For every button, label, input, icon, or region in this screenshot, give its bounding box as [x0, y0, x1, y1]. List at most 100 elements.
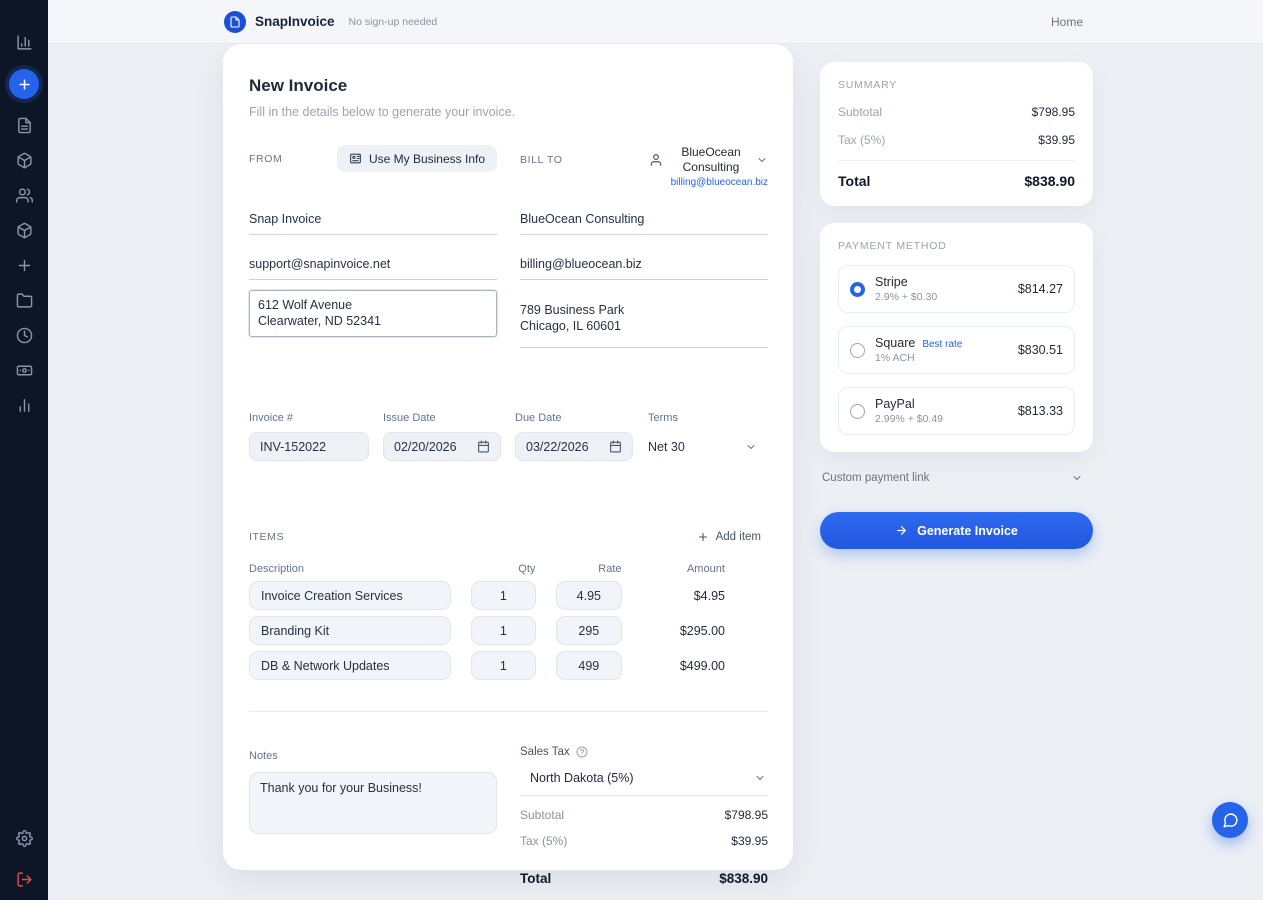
sidebar: [0, 0, 48, 900]
divider: [838, 160, 1075, 161]
sales-tax-label: Sales Tax: [520, 746, 570, 758]
item-qty-input[interactable]: 1: [471, 651, 536, 680]
payment-net-amount: $813.33: [1018, 404, 1063, 418]
app-name: SnapInvoice: [255, 14, 335, 29]
summary-subtotal-row: Subtotal $798.95: [838, 105, 1075, 119]
payment-method-card: PAYMENT METHOD Stripe 2.9% + $0.30 $814.…: [820, 223, 1093, 452]
invoice-number-input[interactable]: INV-152022: [249, 432, 369, 461]
history-clock-icon[interactable]: [16, 327, 33, 344]
sales-tax-select[interactable]: North Dakota (5%): [520, 771, 768, 796]
from-name-field[interactable]: Snap Invoice: [249, 212, 497, 235]
user-icon: [649, 153, 663, 167]
subtotal-row: Subtotal $798.95: [520, 808, 768, 822]
help-circle-icon[interactable]: [576, 746, 588, 758]
nav-home-link[interactable]: Home: [1051, 15, 1083, 29]
billing-banknote-icon[interactable]: [16, 362, 33, 379]
plus-icon: [697, 531, 709, 543]
calendar-icon: [609, 440, 622, 453]
chat-icon: [1222, 812, 1239, 829]
use-business-info-button[interactable]: Use My Business Info: [337, 145, 497, 172]
new-invoice-button[interactable]: [9, 69, 39, 99]
item-qty-input[interactable]: 1: [471, 616, 536, 645]
chevron-down-icon: [745, 441, 757, 453]
from-label: FROM: [249, 153, 282, 165]
client-select-value: BlueOcean Consulting: [672, 145, 750, 175]
summary-card: SUMMARY Subtotal $798.95 Tax (5%) $39.95…: [820, 62, 1093, 206]
chevron-down-icon: [756, 154, 768, 166]
custom-payment-link-toggle[interactable]: Custom payment link: [820, 468, 1093, 488]
client-select[interactable]: BlueOcean Consulting: [672, 145, 768, 175]
summary-tax-row: Tax (5%) $39.95: [838, 133, 1075, 147]
generate-invoice-button[interactable]: Generate Invoice: [820, 512, 1093, 549]
item-amount: $295.00: [642, 624, 725, 638]
use-business-info-label: Use My Business Info: [369, 152, 485, 166]
items-header-row: Description Qty Rate Amount: [249, 563, 768, 575]
dashboard-chart-icon[interactable]: [16, 34, 33, 51]
billto-address-field[interactable]: 789 Business Park Chicago, IL 60601: [520, 302, 768, 348]
chevron-down-icon: [1071, 472, 1083, 484]
clients-users-icon[interactable]: [16, 187, 33, 204]
chevron-down-icon: [754, 772, 766, 784]
invoice-card: New Invoice Fill in the details below to…: [223, 44, 793, 870]
plus-icon[interactable]: [16, 257, 33, 274]
settings-gear-icon[interactable]: [16, 830, 33, 847]
divider: [249, 711, 768, 712]
total-row: Total $838.90: [520, 860, 768, 886]
payment-method-title: PAYMENT METHOD: [838, 240, 1075, 252]
chat-button[interactable]: [1212, 802, 1248, 838]
from-address-field[interactable]: 612 Wolf Avenue Clearwater, ND 52341: [249, 290, 497, 337]
item-amount: $4.95: [642, 589, 725, 603]
terms-select[interactable]: Net 30: [648, 432, 759, 461]
business-card-icon: [349, 152, 362, 165]
item-description-input[interactable]: Branding Kit: [249, 616, 451, 645]
folder-icon[interactable]: [16, 292, 33, 309]
payment-option-paypal[interactable]: PayPal 2.99% + $0.49 $813.33: [838, 387, 1075, 435]
issue-date-label: Issue Date: [383, 412, 501, 424]
topbar: SnapInvoice No sign-up needed Home: [48, 0, 1263, 44]
payment-option-square[interactable]: Square Best rate 1% ACH $830.51: [838, 326, 1075, 374]
page-title: New Invoice: [249, 76, 768, 96]
item-row: DB & Network Updates 1 499 $499.00: [249, 651, 768, 680]
app-logo: [224, 11, 246, 33]
item-rate-input[interactable]: 4.95: [556, 581, 622, 610]
tax-row: Tax (5%) $39.95: [520, 834, 768, 848]
payment-net-amount: $814.27: [1018, 282, 1063, 296]
invoice-number-label: Invoice #: [249, 412, 369, 424]
app-tagline: No sign-up needed: [349, 16, 438, 28]
notes-textarea[interactable]: Thank you for your Business!: [249, 772, 497, 834]
from-email-field[interactable]: support@snapinvoice.net: [249, 257, 497, 280]
item-rate-input[interactable]: 295: [556, 616, 622, 645]
radio-icon[interactable]: [850, 404, 865, 419]
main-content: New Invoice Fill in the details below to…: [48, 44, 1263, 900]
item-rate-input[interactable]: 499: [556, 651, 622, 680]
summary-title: SUMMARY: [838, 79, 1075, 91]
add-item-button[interactable]: Add item: [697, 531, 761, 543]
payment-net-amount: $830.51: [1018, 343, 1063, 357]
payment-option-stripe[interactable]: Stripe 2.9% + $0.30 $814.27: [838, 265, 1075, 313]
bill-to-label: BILL TO: [520, 154, 563, 166]
documents-icon[interactable]: [16, 117, 33, 134]
reports-chart-icon[interactable]: [16, 397, 33, 414]
right-rail: SUMMARY Subtotal $798.95 Tax (5%) $39.95…: [820, 62, 1093, 549]
calendar-icon: [477, 440, 490, 453]
item-description-input[interactable]: Invoice Creation Services: [249, 581, 451, 610]
notes-label: Notes: [249, 750, 278, 762]
products-package-icon[interactable]: [16, 152, 33, 169]
best-rate-badge: Best rate: [922, 339, 962, 350]
item-row: Invoice Creation Services 1 4.95 $4.95: [249, 581, 768, 610]
item-description-input[interactable]: DB & Network Updates: [249, 651, 451, 680]
radio-icon[interactable]: [850, 343, 865, 358]
summary-total-row: Total $838.90: [838, 173, 1075, 189]
due-date-input[interactable]: 03/22/2026: [515, 432, 633, 461]
arrow-right-icon: [895, 524, 908, 537]
terms-label: Terms: [648, 412, 759, 424]
billto-name-field[interactable]: BlueOcean Consulting: [520, 212, 768, 235]
issue-date-input[interactable]: 02/20/2026: [383, 432, 501, 461]
billto-email-field[interactable]: billing@blueocean.biz: [520, 257, 768, 280]
radio-selected-icon[interactable]: [850, 282, 865, 297]
item-qty-input[interactable]: 1: [471, 581, 536, 610]
logout-icon[interactable]: [16, 871, 33, 888]
item-amount: $499.00: [642, 659, 725, 673]
inventory-box-icon[interactable]: [16, 222, 33, 239]
items-section-label: ITEMS: [249, 531, 284, 543]
